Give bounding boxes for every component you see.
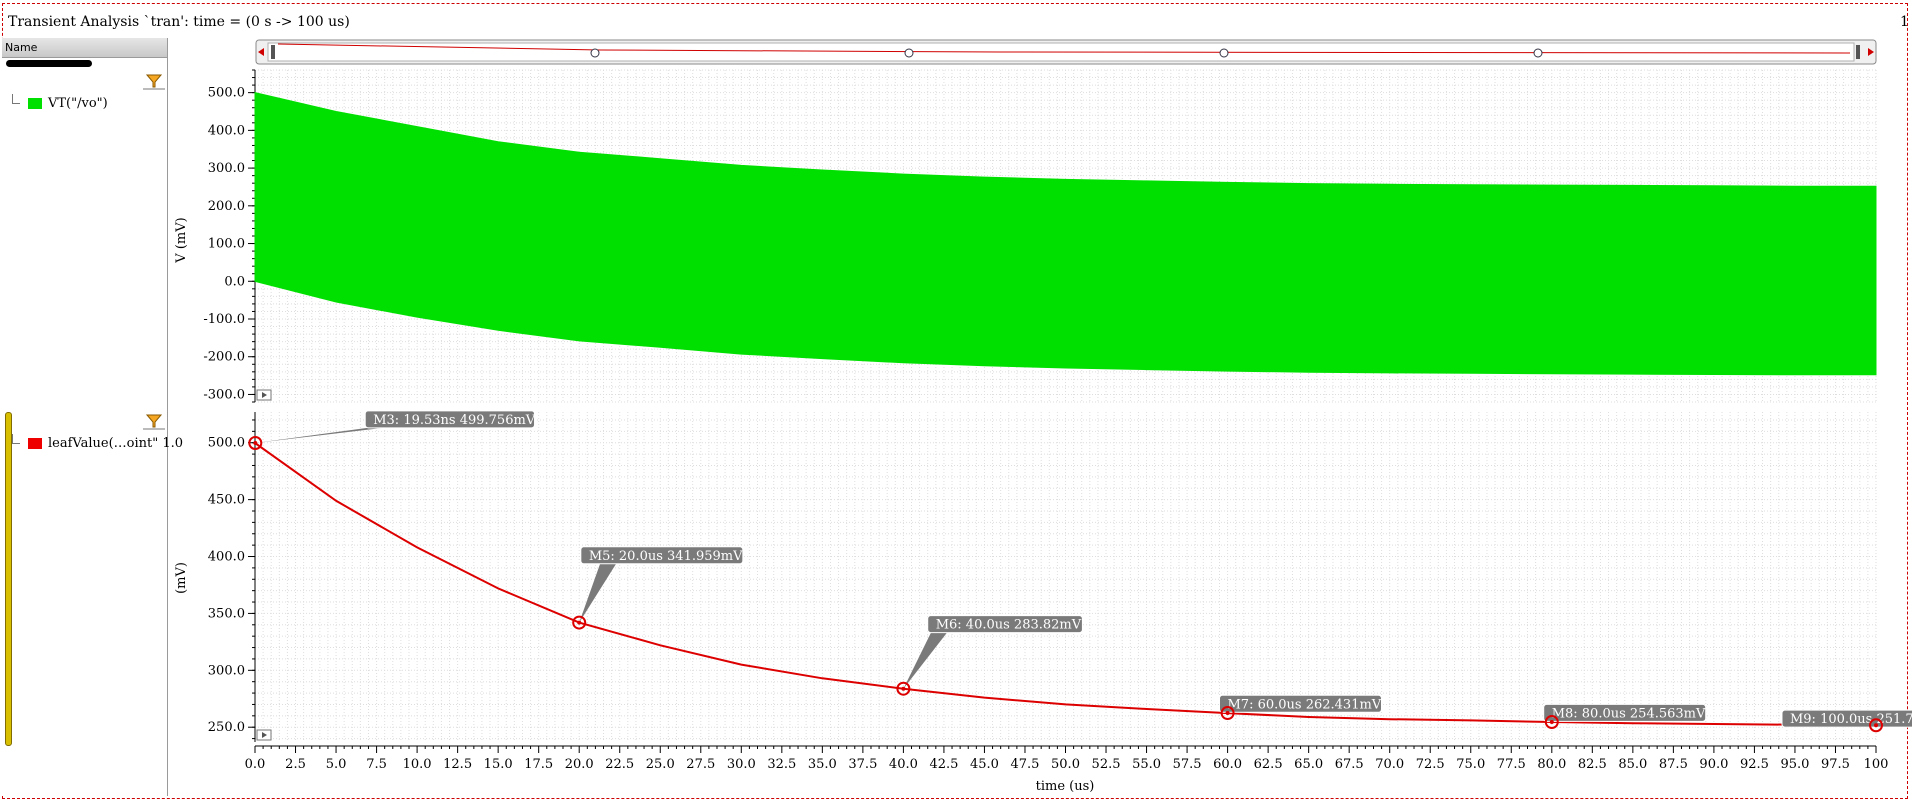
y-tick-label: 300.0: [208, 663, 245, 678]
x-tick-label: 57.5: [1173, 757, 1202, 772]
strip-vt-vo[interactable]: -300.0 -200.0 -100.0 0.0 100.0 200.0 300.0 400.…: [203, 69, 1877, 403]
y-tick-label: 500.0: [208, 86, 245, 101]
x-tick-label: 42.5: [929, 757, 958, 772]
x-tick-label: 70.0: [1375, 757, 1404, 772]
x-tick-label: 92.5: [1740, 757, 1769, 772]
x-tick-label: 95.0: [1780, 757, 1809, 772]
x-tick-label: 52.5: [1092, 757, 1121, 772]
x-tick-label: 75.0: [1456, 757, 1485, 772]
x-tick-label: 97.5: [1821, 757, 1850, 772]
overview-scrollbar[interactable]: [255, 39, 1877, 65]
x-tick-label: 2.5: [285, 757, 306, 772]
marker-label: M8: 80.0us 254.563mV: [1552, 706, 1706, 721]
x-tick-label: 45.0: [970, 757, 999, 772]
x-tick-label: 62.5: [1254, 757, 1283, 772]
x-tick-label: 67.5: [1335, 757, 1364, 772]
overview-right-handle[interactable]: [1856, 45, 1860, 59]
y-tick-label: 250.0: [208, 720, 245, 735]
overview-marker-icon[interactable]: [1219, 48, 1229, 58]
x-tick-label: 0.0: [245, 757, 266, 772]
x-tick-label: 20.0: [565, 757, 594, 772]
x-tick-label: 22.5: [605, 757, 634, 772]
y-tick-label: -200.0: [203, 350, 245, 365]
y-tick-label: 100.0: [208, 237, 245, 252]
y-axis-title: V (mV): [174, 217, 189, 263]
marker-label: M6: 40.0us 283.82mV: [936, 618, 1082, 633]
marker-point-center: [1874, 723, 1878, 728]
x-tick-label: 25.0: [646, 757, 675, 772]
x-tick-label: 80.0: [1537, 757, 1566, 772]
marker-point-center: [253, 441, 258, 446]
overview-marker-icon[interactable]: [590, 48, 600, 58]
y-tick-label: -300.0: [203, 387, 245, 402]
x-tick-label: 5.0: [326, 757, 347, 772]
strip-leafvalue[interactable]: 250.0 300.0 350.0 400.0 450.0 500.0 M3: 19.53n…: [208, 410, 1912, 772]
x-tick-label: 82.5: [1578, 757, 1607, 772]
y-tick-label: 400.0: [208, 550, 245, 565]
overview-left-handle[interactable]: [271, 45, 275, 59]
x-tick-label: 15.0: [484, 757, 513, 772]
y-tick-label: 400.0: [208, 123, 245, 138]
x-tick-label: 47.5: [1010, 757, 1039, 772]
x-tick-label: 27.5: [686, 757, 715, 772]
x-tick-label: 55.0: [1132, 757, 1161, 772]
y-tick-label: 450.0: [208, 493, 245, 508]
x-tick-label: 17.5: [524, 757, 553, 772]
x-tick-label: 30.0: [727, 757, 756, 772]
y-tick-label: 0.0: [224, 274, 245, 289]
y-tick-label: -100.0: [203, 312, 245, 327]
x-axis-title: time (us): [1036, 779, 1095, 794]
x-tick-label: 90.0: [1699, 757, 1728, 772]
x-tick-label: 35.0: [808, 757, 837, 772]
overview-marker-icon[interactable]: [904, 48, 914, 58]
x-tick-label: 60.0: [1213, 757, 1242, 772]
marker-label: M3: 19.53ns 499.756mV: [373, 413, 536, 428]
x-tick-label: 32.5: [767, 757, 796, 772]
marker-point-center: [1225, 711, 1230, 716]
y-tick-label: 500.0: [208, 436, 245, 451]
x-tick-label: 7.5: [366, 757, 387, 772]
x-tick-label: 40.0: [889, 757, 918, 772]
marker-label: M7: 60.0us 262.431mV: [1227, 697, 1381, 712]
x-tick-label: 87.5: [1659, 757, 1688, 772]
marker-label: M5: 20.0us 341.959mV: [589, 549, 743, 564]
y-tick-label: 350.0: [208, 606, 245, 621]
marker-point-center: [577, 620, 582, 625]
waveform-graph: -300.0 -200.0 -100.0 0.0 100.0 200.0 300.0 400.…: [174, 39, 1912, 794]
x-tick-label: 37.5: [848, 757, 877, 772]
y-tick-label: 200.0: [208, 199, 245, 214]
marker-point-center: [1549, 720, 1554, 725]
x-tick-label: 65.0: [1294, 757, 1323, 772]
y-tick-label: 300.0: [208, 161, 245, 176]
marker-label: M9: 100.0us 251.7mV: [1790, 712, 1912, 727]
x-tick-label: 50.0: [1051, 757, 1080, 772]
x-tick-label: 12.5: [443, 757, 472, 772]
x-tick-label: 77.5: [1497, 757, 1526, 772]
x-tick-label: 85.0: [1618, 757, 1647, 772]
overview-marker-icon[interactable]: [1533, 48, 1543, 58]
x-tick-label: 100: [1864, 757, 1889, 772]
x-tick-label: 10.0: [403, 757, 432, 772]
y-axis-title: (mV): [174, 562, 189, 594]
x-tick-label: 72.5: [1416, 757, 1445, 772]
marker-point-center: [901, 686, 906, 691]
